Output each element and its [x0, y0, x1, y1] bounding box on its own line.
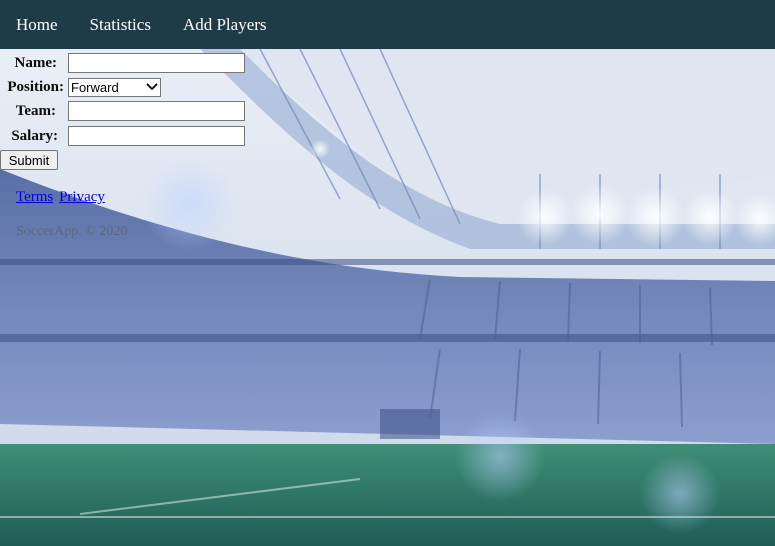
chevron-down-icon [146, 83, 158, 91]
team-input[interactable] [68, 101, 245, 121]
salary-input[interactable] [68, 126, 245, 146]
team-label: Team: [15, 102, 56, 119]
privacy-link[interactable]: Privacy [59, 189, 105, 205]
nav-add-players-link[interactable]: Add Players [183, 15, 267, 35]
name-input[interactable] [68, 53, 245, 73]
salary-label: Salary: [11, 127, 58, 144]
nav-statistics-link[interactable]: Statistics [90, 15, 151, 35]
stadium-background-image [0, 49, 775, 546]
submit-button[interactable]: Submit [0, 150, 58, 170]
salary-row: Salary: [0, 125, 245, 147]
footer-links: Terms Privacy [16, 187, 106, 206]
team-row: Team: [0, 100, 245, 122]
name-label: Name: [14, 54, 57, 71]
position-label: Position: [7, 78, 64, 95]
position-row: Position: Forward [0, 76, 161, 98]
nav-home-link[interactable]: Home [16, 15, 58, 35]
terms-link[interactable]: Terms [16, 189, 53, 205]
position-select-value: Forward [71, 79, 119, 95]
top-navbar: Home Statistics Add Players [0, 0, 775, 49]
name-row: Name: [0, 52, 245, 74]
position-select[interactable]: Forward [68, 77, 161, 97]
copyright-text: SoccerApp. © 2020 [16, 224, 128, 239]
